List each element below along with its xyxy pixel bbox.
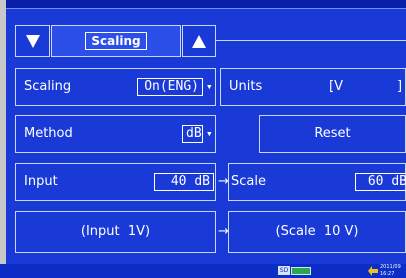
triangle-up-icon [192, 34, 206, 48]
top-divider [6, 0, 406, 9]
page-title-button[interactable]: Scaling [51, 25, 181, 57]
scale-value: 60 [367, 174, 384, 189]
reset-button[interactable]: Reset [259, 115, 406, 153]
method-label: Method [24, 126, 73, 141]
input-value-box[interactable]: 40 dB [154, 173, 214, 191]
scaling-dropdown-icon[interactable]: ▾ [206, 81, 213, 93]
units-bracket: ] [397, 79, 403, 94]
input-label: Input [24, 174, 58, 189]
datetime-display: 2011/09 16:27 [380, 264, 406, 278]
reset-label: Reset [314, 126, 351, 141]
storage-level-icon [291, 267, 311, 275]
method-dropdown-icon[interactable]: ▾ [206, 128, 213, 140]
input-row[interactable]: Input 40 dB [15, 163, 216, 201]
status-date: 2011/09 [380, 264, 401, 270]
header-divider [216, 40, 406, 41]
input-reference-text: (Input 1V) [80, 224, 151, 239]
sd-card-icon: SD [278, 266, 290, 275]
triangle-down-icon [25, 34, 40, 48]
next-page-button[interactable] [182, 25, 216, 57]
scale-value-box[interactable]: 60 dB [355, 173, 406, 191]
units-row[interactable]: Units [V ] [220, 68, 406, 106]
status-time: 16:27 [380, 271, 395, 277]
sd-label: SD [279, 267, 289, 274]
scaling-value[interactable]: On(ENG) [137, 78, 203, 96]
units-value[interactable]: [V [329, 79, 343, 95]
input-reference-row: (Input 1V) [15, 211, 216, 253]
page-title: Scaling [85, 32, 147, 50]
scale-label: Scale [231, 174, 266, 189]
scale-reference-text: (Scale 10 V) [275, 224, 359, 239]
method-row[interactable]: Method dB ▾ [15, 115, 216, 153]
units-label: Units [229, 79, 263, 94]
scale-unit: dB [391, 174, 406, 189]
scale-reference-row: (Scale 10 V) [228, 211, 406, 253]
method-value[interactable]: dB [182, 125, 203, 143]
status-bar: SD 2011/09 16:27 [0, 264, 406, 278]
scale-row[interactable]: Scale 60 dB [228, 163, 406, 201]
power-icon [368, 266, 378, 276]
input-value: 40 [170, 174, 187, 189]
scaling-label: Scaling [24, 79, 72, 94]
input-unit: dB [194, 174, 210, 189]
scaling-row[interactable]: Scaling On(ENG) ▾ [15, 68, 216, 106]
scaling-panel: Scaling Scaling On(ENG) ▾ Units [V ] Met… [6, 0, 406, 264]
prev-page-button[interactable] [15, 25, 50, 57]
